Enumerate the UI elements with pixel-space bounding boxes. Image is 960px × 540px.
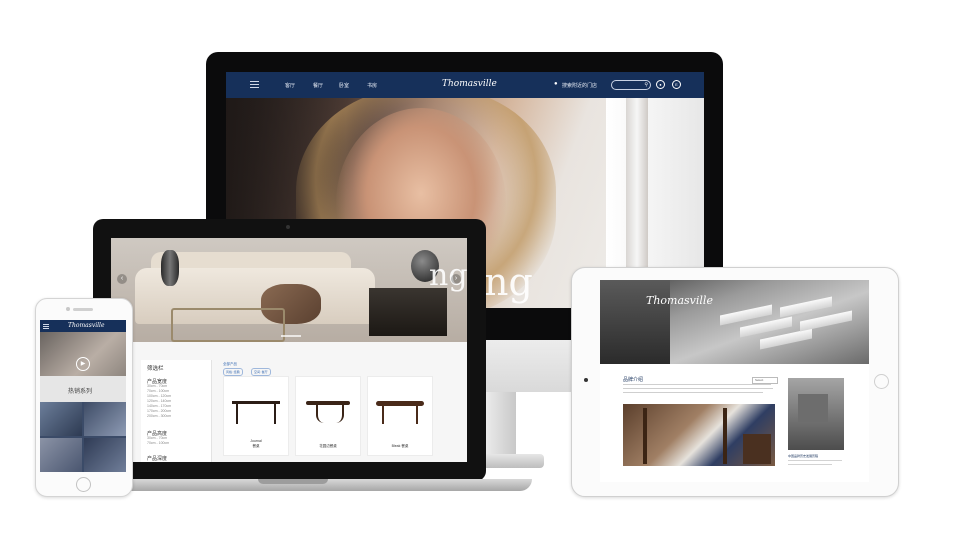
product-card[interactable]: Bleak 餐桌 xyxy=(367,376,433,456)
filter-tag[interactable]: 空间: 餐厅 xyxy=(251,368,271,376)
tablet-home-button[interactable] xyxy=(874,374,889,389)
tablet-logo: Thomasville xyxy=(646,294,713,307)
brand-intro-text xyxy=(623,384,773,396)
filter-option[interactable]: 120cm - 140cm xyxy=(147,399,171,403)
search-input[interactable]: ⚲ xyxy=(611,80,651,90)
filter-option[interactable]: 140cm - 170cm xyxy=(147,404,171,408)
historic-photo-caption: 中国品牌历史发展历程 xyxy=(788,454,819,458)
hamburger-menu-icon[interactable] xyxy=(43,324,49,329)
filter-option[interactable]: 70cm - 100cm xyxy=(147,441,169,445)
store-locator-link[interactable]: 搜索附近的门店 xyxy=(562,82,597,89)
filter-option[interactable]: 200cm - 300cm xyxy=(147,414,171,418)
nav-item-living-room[interactable]: 客厅 xyxy=(285,82,295,89)
phone-screen: Thomasville ▶ 热销系列 xyxy=(40,320,126,472)
phone-speaker xyxy=(73,308,93,311)
product-image xyxy=(374,395,426,425)
phone-section-banner: 热销系列 xyxy=(40,376,126,402)
nav-item-study[interactable]: 书房 xyxy=(367,82,377,89)
site-logo[interactable]: Thomasville xyxy=(442,79,497,89)
historic-photo-text xyxy=(788,460,842,465)
laptop-hero-word: ng xyxy=(429,258,467,293)
phone-section-title: 热销系列 xyxy=(68,389,93,395)
filter-group-title[interactable]: 产品深度 xyxy=(147,455,167,462)
language-switch-icon[interactable]: E xyxy=(672,80,681,89)
laptop-notch xyxy=(258,479,328,484)
brand-intro-title: 品牌介绍 xyxy=(623,377,644,383)
laptop-camera xyxy=(286,225,290,229)
search-icon: ⚲ xyxy=(644,82,648,88)
bedroom-image xyxy=(623,404,775,466)
warehouse-hero: Thomasville xyxy=(600,280,869,364)
product-name: Journal xyxy=(250,439,262,443)
laptop-screen: ng ‹ › 筛选栏 产品宽度 30cm - 70cm 70cm - 100cm… xyxy=(111,238,467,462)
product-card[interactable]: 花园边餐桌 xyxy=(295,376,361,456)
product-tile[interactable] xyxy=(84,438,126,472)
play-icon[interactable]: ▶ xyxy=(76,357,90,371)
product-image xyxy=(302,395,354,425)
hero-headline: ng xyxy=(484,260,533,304)
truck xyxy=(760,328,812,350)
laptop-hero-banner[interactable]: ng ‹ › xyxy=(111,238,467,342)
filter-tag[interactable]: 风格: 经典 xyxy=(223,368,243,376)
side-table xyxy=(369,288,447,336)
truck xyxy=(780,296,832,318)
product-name-cn: Bleak 餐桌 xyxy=(391,444,409,448)
filter-option[interactable]: 170cm - 200cm xyxy=(147,409,171,413)
product-tile[interactable] xyxy=(40,402,82,436)
vase xyxy=(161,250,179,286)
phone-home-button[interactable] xyxy=(76,477,91,492)
product-name-cn: 花园边餐桌 xyxy=(319,444,337,448)
coffee-table xyxy=(171,308,285,342)
carousel-dots[interactable] xyxy=(281,335,301,337)
product-name-cn: 餐桌 xyxy=(252,444,260,448)
tablet-screen: Thomasville 品牌介绍 Select 中国品牌历史发展历程 xyxy=(600,280,869,482)
warehouse-building xyxy=(600,280,670,364)
tablet-select[interactable]: Select xyxy=(752,377,778,384)
filter-sidebar: 筛选栏 产品宽度 30cm - 70cm 70cm - 100cm 100cm … xyxy=(141,360,212,462)
phone-logo[interactable]: Thomasville xyxy=(68,322,105,329)
nav-item-dining-room[interactable]: 餐厅 xyxy=(313,82,323,89)
location-pin-icon: ● xyxy=(554,81,558,87)
phone-nav: Thomasville xyxy=(40,320,126,332)
top-nav: 客厅 餐厅 卧室 书房 Thomasville ● 搜索附近的门店 ⚲ ● E xyxy=(226,72,704,98)
filter-option[interactable]: 30cm - 70cm xyxy=(147,384,167,388)
product-card[interactable]: Journal 餐桌 xyxy=(223,376,289,456)
phone-camera xyxy=(66,307,70,311)
nav-item-bedroom[interactable]: 卧室 xyxy=(339,82,349,89)
historic-photo xyxy=(788,378,844,450)
product-tile[interactable] xyxy=(40,438,82,472)
hamburger-menu-icon[interactable] xyxy=(250,81,259,88)
filter-option[interactable]: 100cm - 120cm xyxy=(147,394,171,398)
product-image xyxy=(230,395,282,425)
truck xyxy=(800,310,852,332)
filter-title: 筛选栏 xyxy=(147,366,164,372)
carousel-prev-icon[interactable]: ‹ xyxy=(117,274,127,284)
user-account-icon[interactable]: ● xyxy=(656,80,665,89)
carousel-next-icon[interactable]: › xyxy=(451,274,461,284)
filter-option[interactable]: 30cm - 70cm xyxy=(147,436,167,440)
phone-video-banner[interactable]: ▶ xyxy=(40,332,126,376)
filter-option[interactable]: 70cm - 100cm xyxy=(147,389,169,393)
product-tile[interactable] xyxy=(84,402,126,436)
tablet-camera xyxy=(584,378,588,382)
breadcrumb[interactable]: 全部产品 xyxy=(223,362,237,367)
phone-product-grid xyxy=(40,402,126,472)
